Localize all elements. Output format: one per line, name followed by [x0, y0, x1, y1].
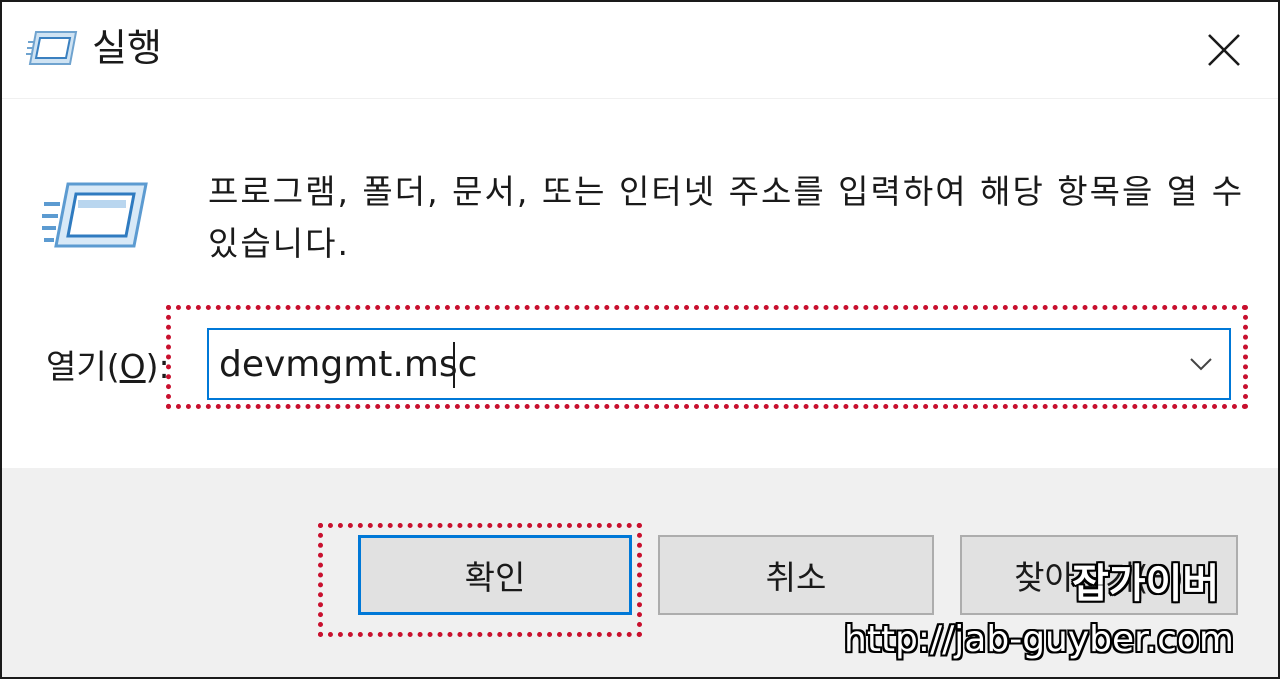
- watermark-name: 잡가이버: [1072, 561, 1220, 607]
- watermark-url: http://jab-guyber.com: [844, 619, 1234, 660]
- cancel-button[interactable]: 취소: [658, 535, 934, 615]
- run-icon: [42, 182, 148, 248]
- description-text: 프로그램, 폴더, 문서, 또는 인터넷 주소를 입력하여 해당 항목을 열 수…: [208, 172, 1245, 263]
- open-label-accesskey: O: [119, 347, 146, 386]
- input-highlight-box: [166, 305, 1248, 409]
- open-label-prefix: 열기(: [46, 347, 120, 386]
- close-button[interactable]: [1182, 16, 1266, 84]
- divider: [2, 98, 1278, 99]
- title-bar: 실행: [2, 2, 1278, 98]
- window-title: 실행: [92, 26, 162, 70]
- run-dialog: 실행 프로그램, 폴더, 문서, 또는 인터넷 주소를 입력하여 해당 항목을 …: [0, 0, 1280, 679]
- ok-highlight-box: [318, 523, 642, 637]
- open-label: 열기(O):: [46, 342, 170, 392]
- close-icon: [1208, 34, 1240, 66]
- run-icon: [26, 31, 78, 65]
